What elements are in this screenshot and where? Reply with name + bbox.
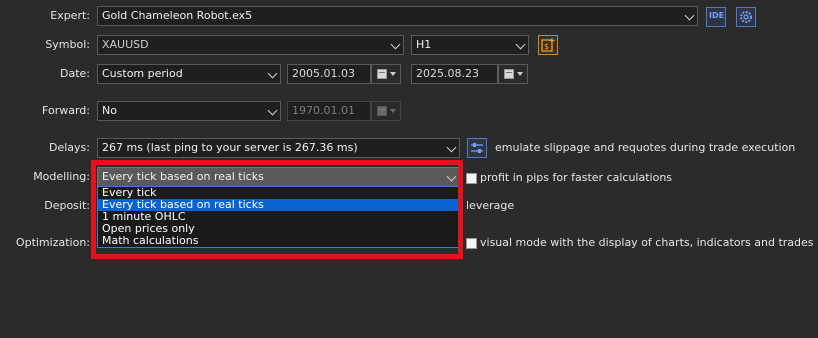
expert-label: Expert: [50, 9, 90, 22]
deposit-label: Deposit: [44, 199, 90, 212]
delays-value: 267 ms (last ping to your server is 267.… [102, 141, 358, 154]
pips-checkbox[interactable] [466, 173, 477, 184]
expert-value: Gold Chameleon Robot.ex5 [102, 9, 253, 22]
calendar-icon [377, 69, 387, 79]
symbol-label: Symbol: [45, 38, 90, 51]
calendar-icon [504, 69, 514, 79]
dropdown-arrow-icon [517, 72, 523, 76]
forward-calendar-button[interactable] [371, 101, 401, 121]
expert-select[interactable]: Gold Chameleon Robot.ex5 [97, 6, 698, 26]
date-period-select[interactable]: Custom period [97, 64, 281, 84]
delays-label: Delays: [49, 141, 90, 154]
date-from-value: 2005.01.03 [292, 67, 355, 80]
date-from-calendar-button[interactable] [371, 64, 401, 84]
svg-text:$: $ [544, 42, 549, 51]
date-to-calendar-button[interactable] [498, 64, 528, 84]
forward-label: Forward: [42, 104, 90, 117]
date-label: Date: [60, 67, 90, 80]
forward-date-value: 1970.01.01 [292, 104, 355, 117]
chevron-down-icon [267, 68, 278, 79]
symbol-properties-button[interactable]: $ [538, 35, 558, 55]
leverage-label: leverage [466, 199, 515, 212]
delays-settings-button[interactable] [467, 138, 487, 158]
date-to-input[interactable]: 2025.08.23 [411, 64, 498, 84]
highlight-box [91, 160, 463, 259]
expert-settings-button[interactable] [736, 7, 756, 27]
forward-select[interactable]: No [97, 101, 281, 121]
visual-mode-label: visual mode with the display of charts, … [480, 236, 814, 249]
ide-button[interactable]: IDE [706, 7, 726, 27]
slippage-settings-icon [471, 143, 483, 153]
modelling-label: Modelling: [33, 170, 90, 183]
chevron-down-icon [446, 142, 457, 153]
calendar-icon [377, 106, 387, 116]
chevron-down-icon [515, 39, 526, 50]
ide-button-label: IDE [709, 11, 725, 20]
pips-checkbox-label: profit in pips for faster calculations [480, 171, 673, 184]
forward-date-input[interactable]: 1970.01.01 [287, 101, 371, 121]
symbol-select[interactable]: XAUUSD [97, 35, 404, 55]
delays-note: emulate slippage and requotes during tra… [495, 141, 796, 154]
forward-value: No [102, 104, 117, 117]
date-period-value: Custom period [102, 67, 183, 80]
date-to-value: 2025.08.23 [416, 67, 479, 80]
dropdown-arrow-icon [390, 72, 396, 76]
date-from-input[interactable]: 2005.01.03 [287, 64, 371, 84]
optimization-label: Optimization: [15, 236, 90, 249]
dropdown-arrow-icon [390, 109, 396, 113]
symbol-value: XAUUSD [102, 38, 149, 51]
timeframe-value: H1 [416, 38, 432, 51]
chevron-down-icon [267, 105, 278, 116]
visual-mode-checkbox[interactable] [466, 238, 477, 249]
chevron-down-icon [390, 39, 401, 50]
delays-select[interactable]: 267 ms (last ping to your server is 267.… [97, 138, 460, 158]
timeframe-select[interactable]: H1 [411, 35, 529, 55]
chevron-down-icon [684, 10, 695, 21]
symbol-properties-icon: $ [541, 38, 555, 52]
gear-icon [740, 11, 752, 23]
